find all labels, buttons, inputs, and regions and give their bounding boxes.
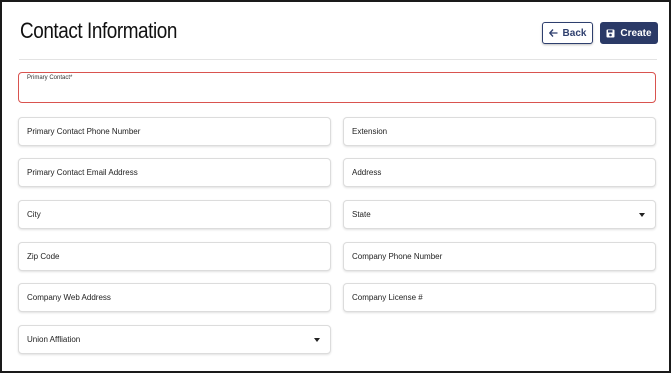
union-affiliation-select[interactable]: Union Affliation	[18, 325, 331, 354]
primary-contact-phone-placeholder: Primary Contact Phone Number	[27, 127, 141, 136]
company-web-address-placeholder: Company Web Address	[27, 293, 111, 302]
extension-field[interactable]: Extension	[343, 117, 656, 146]
company-phone-field[interactable]: Company Phone Number	[343, 242, 656, 271]
city-field[interactable]: City	[18, 200, 331, 229]
primary-contact-email-placeholder: Primary Contact Email Address	[27, 168, 138, 177]
union-affiliation-placeholder: Union Affliation	[27, 335, 81, 344]
caret-down-icon	[639, 213, 645, 217]
primary-contact-phone-field[interactable]: Primary Contact Phone Number	[18, 117, 331, 146]
city-placeholder: City	[27, 210, 41, 219]
back-button-label: Back	[562, 27, 587, 39]
back-button[interactable]: Back	[542, 22, 593, 44]
arrow-left-icon	[548, 29, 558, 37]
company-web-address-field[interactable]: Company Web Address	[18, 283, 331, 312]
page-header: Contact Information Back Create	[18, 16, 658, 56]
save-icon	[606, 29, 615, 38]
primary-contact-field[interactable]: Primary Contact*	[18, 72, 656, 103]
create-button[interactable]: Create	[600, 22, 658, 44]
caret-down-icon	[314, 338, 320, 342]
page-title: Contact Information	[20, 18, 177, 43]
state-placeholder: State	[352, 210, 371, 219]
extension-placeholder: Extension	[352, 127, 388, 136]
company-phone-placeholder: Company Phone Number	[352, 252, 443, 261]
create-button-label: Create	[620, 27, 652, 39]
header-divider	[19, 59, 657, 60]
company-license-field[interactable]: Company License #	[343, 283, 656, 312]
address-placeholder: Address	[352, 168, 382, 177]
contact-information-page: Contact Information Back Create Primary …	[0, 0, 671, 373]
zip-code-placeholder: Zip Code	[27, 252, 60, 261]
address-field[interactable]: Address	[343, 158, 656, 187]
company-license-placeholder: Company License #	[352, 293, 423, 302]
zip-code-field[interactable]: Zip Code	[18, 242, 331, 271]
state-select[interactable]: State	[343, 200, 656, 229]
primary-contact-email-field[interactable]: Primary Contact Email Address	[18, 158, 331, 187]
primary-contact-label: Primary Contact*	[26, 75, 74, 81]
